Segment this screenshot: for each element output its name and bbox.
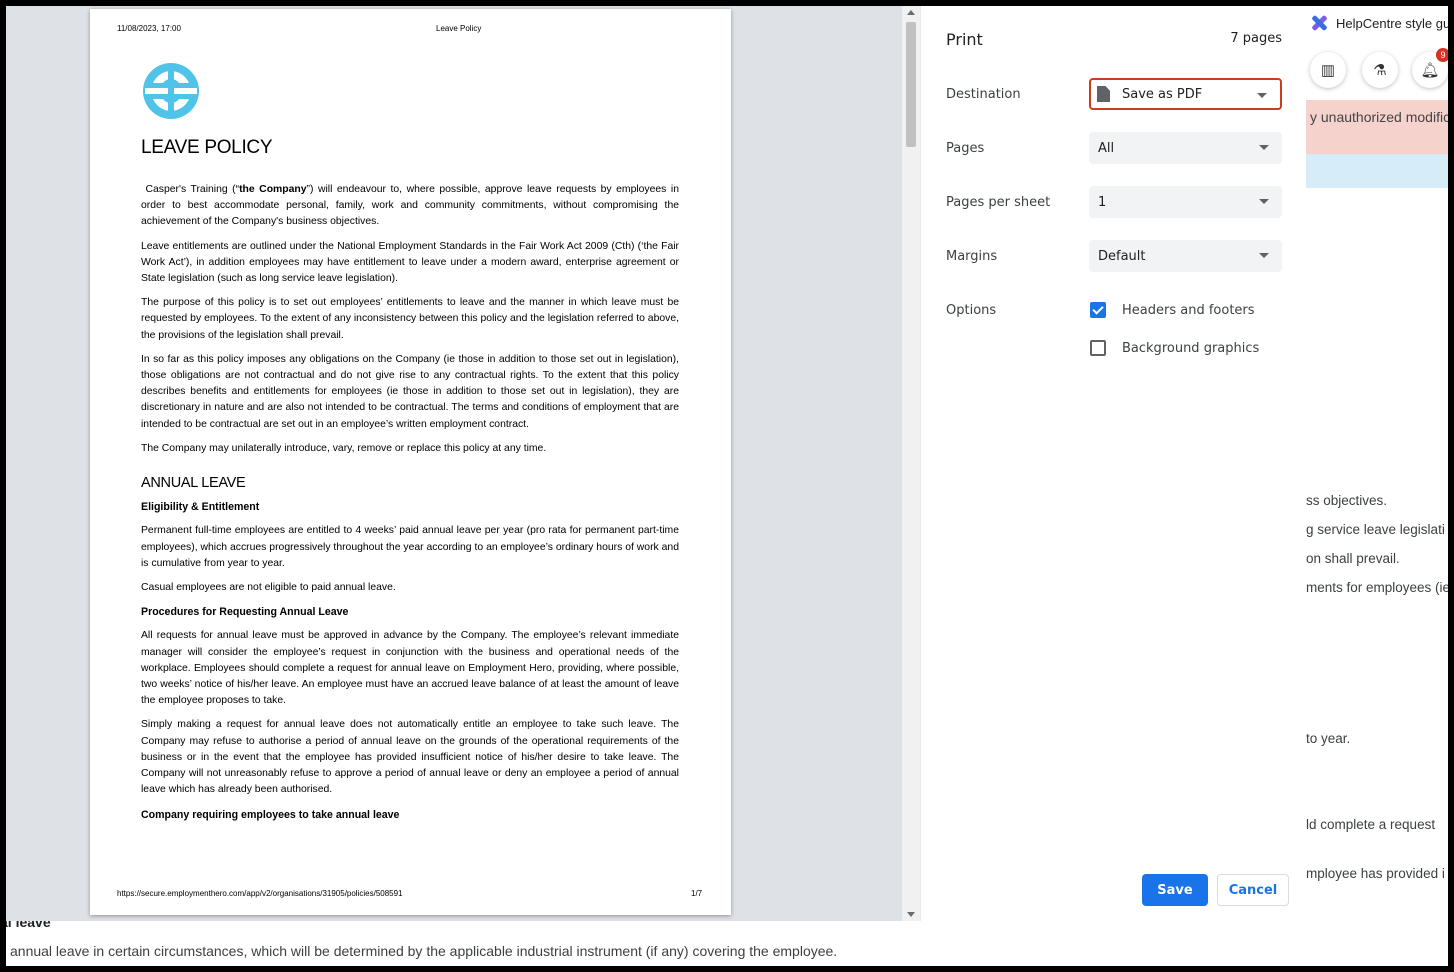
window-frame — [0, 0, 6, 972]
info-banner — [1306, 154, 1454, 188]
paragraph: Permanent full-time employees are entitl… — [141, 525, 679, 569]
background-text-line: ld complete a request — [1306, 817, 1436, 832]
margins-label: Margins — [946, 249, 998, 264]
paragraph: Casper's Training (“the Company”) will e… — [141, 182, 679, 231]
pages-select[interactable]: All — [1089, 132, 1282, 164]
scrollbar-thumb[interactable] — [906, 22, 916, 147]
chevron-down-icon — [1259, 145, 1269, 150]
paragraph: The purpose of this policy is to set out… — [141, 297, 679, 341]
pages-per-sheet-label: Pages per sheet — [946, 195, 1051, 210]
background-text-line: ments for employees (ie — [1306, 580, 1451, 595]
document-title: LEAVE POLICY — [141, 137, 273, 158]
print-preview-area[interactable]: 11/08/2023, 17:00 Leave Policy LEAVE POL… — [6, 6, 920, 921]
chevron-down-icon — [1257, 93, 1267, 98]
chevron-down-icon — [1259, 199, 1269, 204]
paragraph-text: Casper's Training (“ — [145, 184, 240, 195]
chevron-down-icon — [1259, 253, 1269, 258]
window-frame — [0, 966, 1454, 972]
background-graphics-label[interactable]: Background graphics — [1122, 341, 1259, 356]
scroll-down-icon[interactable] — [907, 912, 915, 917]
tab-title: HelpCentre style gu... — [1336, 15, 1454, 31]
background-paragraph: annual leave in certain circumstances, w… — [10, 943, 838, 959]
headers-footers-checkbox[interactable] — [1090, 302, 1106, 318]
window-frame — [0, 0, 1454, 6]
print-title: Print — [946, 30, 983, 49]
paragraph-bold-text: the Company — [239, 184, 307, 195]
margins-select[interactable]: Default — [1089, 240, 1282, 272]
warning-banner: y unauthorized modifica — [1306, 100, 1454, 154]
page-count: 7 pages — [1230, 31, 1282, 46]
page-header-title: Leave Policy — [436, 24, 482, 33]
paragraph: Casual employees are not eligible to pai… — [141, 582, 396, 594]
margins-value: Default — [1098, 248, 1146, 264]
page-footer-url: https://secure.employmenthero.com/app/v2… — [117, 889, 403, 898]
warning-banner-text: y unauthorized modifica — [1310, 109, 1454, 125]
background-text-line: to year. — [1306, 731, 1351, 746]
paragraph: Simply making a request for annual leave… — [141, 719, 679, 796]
document-body: Casper's Training (“the Company”) will e… — [141, 182, 679, 831]
pages-label: Pages — [946, 141, 985, 156]
building-icon[interactable]: ▥ — [1310, 52, 1346, 88]
background-text-line: ss objectives. — [1306, 493, 1388, 508]
paragraph: Leave entitlements are outlined under th… — [141, 240, 679, 285]
background-text-line: mployee has provided i — [1306, 866, 1445, 881]
destination-value: Save as PDF — [1122, 86, 1203, 102]
destination-label: Destination — [946, 87, 1021, 102]
app-logo-icon — [1310, 14, 1328, 32]
subsection-heading: Company requiring employees to take annu… — [141, 808, 400, 821]
subsection-heading: Eligibility & Entitlement — [141, 501, 260, 514]
browser-tab[interactable]: HelpCentre style gu... — [1310, 8, 1454, 38]
page-footer-number: 1/7 — [691, 889, 703, 898]
bell-icon[interactable]: 🔔︎ 9 — [1412, 48, 1450, 88]
flask-beta-icon[interactable]: ⚗ — [1362, 52, 1398, 88]
destination-select[interactable]: Save as PDF — [1089, 78, 1282, 110]
paragraph: All requests for annual leave must be ap… — [141, 630, 679, 707]
scroll-up-icon[interactable] — [907, 10, 915, 15]
preview-scrollbar[interactable] — [902, 6, 920, 921]
company-logo-icon — [143, 63, 199, 119]
background-text-line: on shall prevail. — [1306, 551, 1400, 566]
paragraph: In so far as this policy imposes any obl… — [141, 353, 679, 430]
options-label: Options — [946, 303, 997, 318]
pages-value: All — [1098, 140, 1115, 156]
save-button[interactable]: Save — [1142, 874, 1208, 906]
document-icon — [1097, 86, 1110, 102]
page-header-date: 11/08/2023, 17:00 — [117, 24, 181, 33]
window-frame — [1448, 0, 1454, 972]
cancel-button[interactable]: Cancel — [1217, 874, 1289, 906]
background-text-line: g service leave legislati — [1306, 522, 1445, 537]
preview-page: 11/08/2023, 17:00 Leave Policy LEAVE POL… — [90, 9, 731, 915]
pages-per-sheet-select[interactable]: 1 — [1089, 186, 1282, 218]
pages-per-sheet-value: 1 — [1098, 194, 1107, 210]
subsection-heading: Procedures for Requesting Annual Leave — [141, 606, 349, 619]
headers-footers-label[interactable]: Headers and footers — [1122, 303, 1255, 318]
paragraph: The Company may unilaterally introduce, … — [141, 442, 547, 454]
section-heading: ANNUAL LEAVE — [141, 475, 246, 492]
print-settings-panel: Print 7 pages Destination Save as PDF Pa… — [920, 6, 1306, 921]
background-graphics-checkbox[interactable] — [1090, 340, 1106, 356]
